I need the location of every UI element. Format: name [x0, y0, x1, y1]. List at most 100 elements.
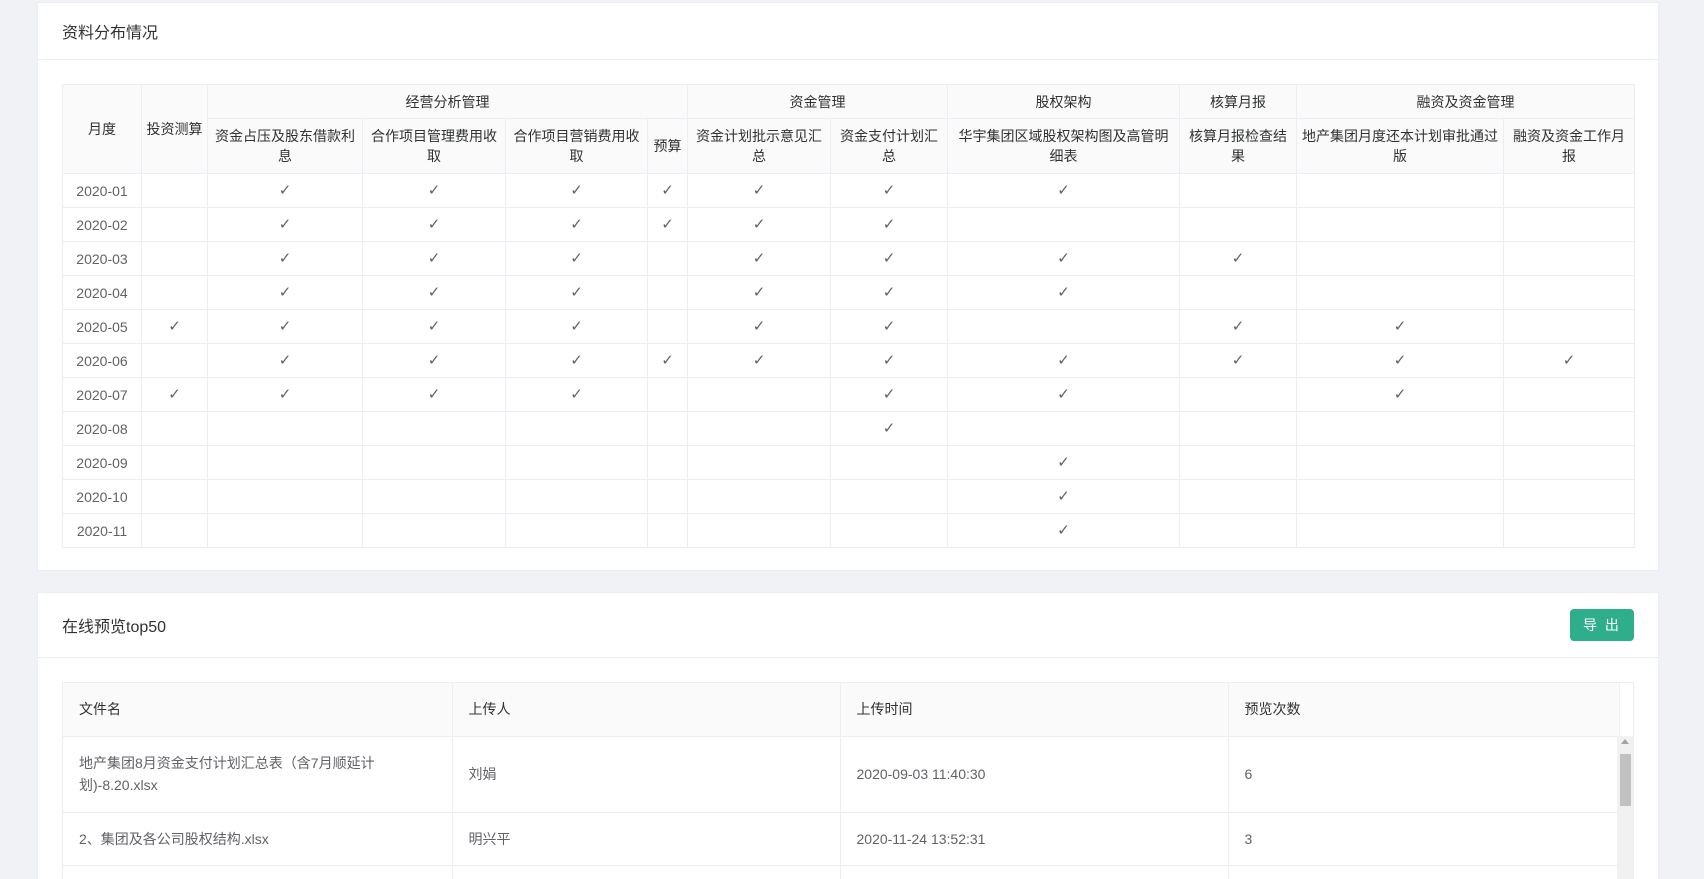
- check-icon: ✓: [1057, 182, 1070, 199]
- distribution-table-body: 2020-01 ✓ ✓ ✓ ✓ ✓ ✓ ✓ 2020-02 ✓ ✓ ✓ ✓ ✓ ✓ 2020-03 ✓ ✓ ✓ ✓ ✓ ✓…: [62, 173, 1635, 548]
- check-cell: [362, 513, 506, 548]
- check-cell: [1179, 173, 1297, 208]
- check-cell: ✓: [1296, 343, 1504, 378]
- subheader: 合作项目管理费用收取: [362, 118, 506, 174]
- distribution-row: 2020-08 ✓: [62, 411, 1635, 446]
- check-cell: [947, 309, 1180, 344]
- check-icon: ✓: [278, 250, 292, 267]
- top50-card: 在线预览top50 导 出 文件名 上传人 上传时间 预览次数 地产集团8月资金…: [37, 592, 1659, 879]
- check-icon: ✓: [882, 284, 896, 301]
- check-cell: [647, 377, 688, 412]
- distribution-row: 2020-01 ✓ ✓ ✓ ✓ ✓ ✓ ✓: [62, 173, 1635, 208]
- check-cell: [947, 207, 1180, 242]
- check-cell: [687, 513, 831, 548]
- check-cell: [1503, 479, 1635, 514]
- check-cell: [1296, 445, 1504, 480]
- check-icon: ✓: [882, 182, 896, 199]
- check-cell: [1179, 479, 1297, 514]
- check-cell: [1179, 377, 1297, 412]
- cell-filename: [63, 865, 453, 879]
- check-cell: ✓: [647, 343, 688, 378]
- check-cell: [1179, 513, 1297, 548]
- export-button[interactable]: 导 出: [1570, 609, 1634, 641]
- check-cell: ✓: [687, 343, 831, 378]
- distribution-card: 资料分布情况 月度 投资测算 经营分析管理 资金管理 股权架构 核算月报 融资及…: [37, 2, 1659, 571]
- check-icon: ✓: [752, 352, 766, 369]
- check-cell: [1503, 309, 1635, 344]
- check-cell: ✓: [687, 275, 831, 310]
- check-icon: ✓: [1057, 250, 1070, 267]
- vertical-scrollbar[interactable]: [1617, 736, 1633, 879]
- check-icon: ✓: [427, 216, 441, 233]
- column-header-upload-time[interactable]: 上传时间: [840, 683, 1229, 737]
- table-row[interactable]: [63, 865, 1620, 879]
- check-cell: [830, 445, 948, 480]
- check-cell: ✓: [505, 207, 648, 242]
- distribution-row: 2020-09 ✓: [62, 445, 1635, 480]
- check-cell: ✓: [1179, 241, 1297, 276]
- check-cell: ✓: [830, 207, 948, 242]
- subheader: 地产集团月度还本计划审批通过版: [1296, 118, 1504, 174]
- check-cell: [207, 411, 363, 446]
- check-cell: ✓: [830, 377, 948, 412]
- cell-uploader: [452, 865, 841, 879]
- check-cell: [505, 411, 648, 446]
- check-cell: ✓: [362, 173, 506, 208]
- month-cell: 2020-05: [62, 309, 142, 344]
- check-cell: [647, 309, 688, 344]
- check-cell: ✓: [505, 343, 648, 378]
- distribution-table-wrapper: 月度 投资测算 经营分析管理 资金管理 股权架构 核算月报 融资及资金管理 资金…: [62, 84, 1635, 548]
- check-icon: ✓: [1057, 522, 1070, 539]
- check-icon: ✓: [882, 352, 896, 369]
- top50-table-wrapper: 文件名 上传人 上传时间 预览次数 地产集团8月资金支付计划汇总表（含7月顺延计…: [62, 682, 1634, 879]
- check-cell: [207, 445, 363, 480]
- check-cell: [141, 343, 208, 378]
- check-cell: ✓: [830, 411, 948, 446]
- cell-uploader: 刘娟: [452, 736, 841, 813]
- table-row[interactable]: 2、集团及各公司股权结构.xlsx 明兴平 2020-11-24 13:52:3…: [63, 812, 1620, 866]
- check-icon: ✓: [427, 352, 441, 369]
- check-cell: ✓: [362, 377, 506, 412]
- month-cell: 2020-03: [62, 241, 142, 276]
- distribution-title: 资料分布情况: [62, 25, 159, 42]
- check-cell: ✓: [947, 173, 1180, 208]
- check-cell: ✓: [1503, 343, 1635, 378]
- column-header-filename[interactable]: 文件名: [63, 683, 453, 737]
- distribution-table: 月度 投资测算 经营分析管理 资金管理 股权架构 核算月报 融资及资金管理 资金…: [62, 84, 1635, 548]
- check-cell: [141, 445, 208, 480]
- check-icon: ✓: [570, 182, 583, 199]
- check-icon: ✓: [752, 216, 766, 233]
- month-cell: 2020-01: [62, 173, 142, 208]
- table-row[interactable]: 地产集团8月资金支付计划汇总表（含7月顺延计划)-8.20.xlsx 刘娟 20…: [63, 736, 1620, 813]
- cell-preview-count: 6: [1228, 736, 1620, 813]
- scrollbar-thumb[interactable]: [1620, 754, 1631, 806]
- check-icon: ✓: [1057, 488, 1070, 505]
- check-icon: ✓: [1057, 284, 1070, 301]
- check-cell: [1296, 513, 1504, 548]
- check-icon: ✓: [278, 284, 292, 301]
- check-icon: ✓: [882, 318, 896, 335]
- check-icon: ✓: [882, 420, 896, 437]
- cell-upload-time: [840, 865, 1229, 879]
- check-cell: ✓: [830, 241, 948, 276]
- distribution-row: 2020-05 ✓ ✓ ✓ ✓ ✓ ✓ ✓ ✓: [62, 309, 1635, 344]
- check-icon: ✓: [570, 250, 583, 267]
- subheader: 融资及资金工作月报: [1503, 118, 1635, 174]
- subheader: 核算月报检查结果: [1179, 118, 1297, 174]
- subheader: 合作项目营销费用收取: [505, 118, 648, 174]
- check-cell: [687, 445, 831, 480]
- check-cell: ✓: [687, 241, 831, 276]
- scroll-up-arrow-icon[interactable]: [1621, 739, 1629, 744]
- check-icon: ✓: [278, 182, 292, 199]
- column-header-preview-count[interactable]: 预览次数: [1228, 683, 1620, 737]
- check-icon: ✓: [661, 182, 674, 199]
- check-cell: ✓: [947, 275, 1180, 310]
- check-cell: [647, 445, 688, 480]
- column-header-uploader[interactable]: 上传人: [452, 683, 841, 737]
- check-cell: ✓: [687, 309, 831, 344]
- subheader: 预算: [647, 118, 688, 174]
- check-cell: ✓: [207, 275, 363, 310]
- check-icon: ✓: [570, 284, 583, 301]
- check-icon: ✓: [752, 250, 766, 267]
- check-cell: [647, 275, 688, 310]
